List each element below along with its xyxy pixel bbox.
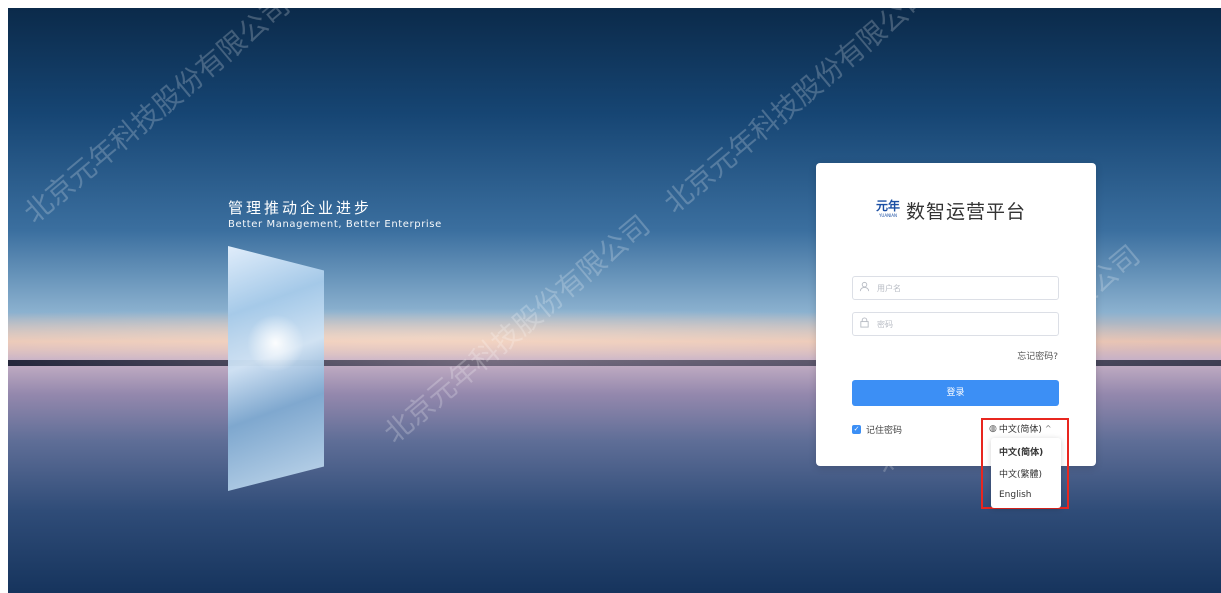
language-toggle[interactable]: ◍ 中文(简体) ^ (989, 422, 1052, 436)
login-button[interactable]: 登录 (852, 380, 1059, 406)
remember-label: 记住密码 (866, 426, 903, 436)
slogan-en: Better Management, Better Enterprise (228, 219, 442, 230)
language-option-zh-cn[interactable]: 中文(简体) (999, 445, 1043, 458)
language-current: 中文(简体) (998, 425, 1042, 435)
logo-en: YUANIAN (878, 212, 897, 218)
yuanian-logo: 元年 YUANIAN (876, 198, 901, 222)
language-option-zh-tw[interactable]: 中文(繁體) (999, 467, 1042, 480)
slogan-cn: 管理推动企业进步 (228, 199, 373, 217)
chevron-up-icon: ^ (1044, 424, 1052, 433)
lock-icon (859, 317, 871, 329)
slogan: 管理推动企业进步 Better Management, Better Enter… (228, 198, 442, 232)
password-input[interactable] (875, 315, 1054, 334)
mirror-cloud (248, 313, 303, 373)
brand: 元年 YUANIAN 数智运营平台 (876, 197, 1026, 224)
username-field[interactable] (852, 276, 1059, 300)
user-icon (859, 281, 871, 293)
remember-password[interactable]: ✓ 记住密码 (852, 423, 902, 436)
language-menu: 中文(简体) 中文(繁體) English (991, 438, 1061, 508)
password-field[interactable] (852, 312, 1059, 336)
username-input[interactable] (875, 279, 1054, 298)
globe-icon: ◍ (989, 423, 997, 434)
logo-cn: 元年 (876, 198, 901, 213)
language-selector: ◍ 中文(简体) ^ 中文(简体) 中文(繁體) English (981, 418, 1069, 509)
language-option-en[interactable]: English (999, 490, 1032, 500)
remember-checkbox[interactable]: ✓ (852, 425, 861, 434)
forgot-password-link[interactable]: 忘记密码? (1017, 349, 1058, 362)
platform-title: 数智运营平台 (906, 201, 1027, 223)
